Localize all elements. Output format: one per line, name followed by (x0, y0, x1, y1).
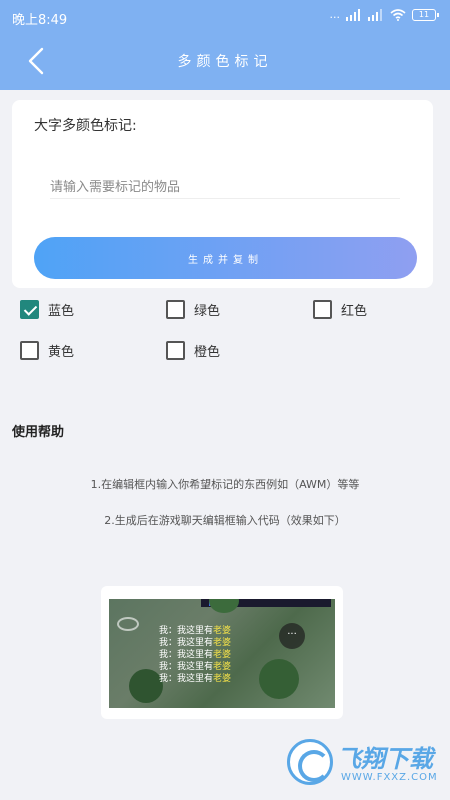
color-option-blue[interactable]: 蓝色 (20, 300, 74, 319)
status-bar: 晚上8:49 ... 11 (0, 0, 450, 34)
color-option-red[interactable]: 红色 (313, 300, 367, 319)
more-dots-icon: ... (329, 8, 341, 21)
watermark-url: WWW.FXXZ.COM (341, 772, 438, 783)
tree-decoration (259, 659, 299, 699)
chat-bubble-icon: ··· (279, 623, 305, 649)
status-time: 晚上8:49 (12, 13, 68, 28)
chat-line: 我：我这里有老婆 (159, 662, 232, 672)
checkbox-icon[interactable] (166, 341, 185, 360)
app-header: 多颜色标记 (0, 34, 450, 90)
help-line-1: 1.在编辑框内输入你希望标记的东西例如（AWM）等等 (90, 478, 360, 491)
page-title: 多颜色标记 (177, 54, 273, 70)
example-game-screenshot: ··· 我：我这里有老婆 我：我这里有老婆 我：我这里有老婆 我：我这里有老婆 … (109, 599, 335, 708)
chat-line: 我：我这里有老婆 (159, 626, 232, 636)
generate-copy-button[interactable]: 生成并复制 (34, 237, 417, 279)
watermark-text: 飞翔下载 (337, 745, 433, 773)
eye-icon (117, 617, 139, 631)
wifi-icon (390, 8, 406, 21)
color-label: 黄色 (48, 345, 75, 360)
color-option-orange[interactable]: 橙色 (166, 341, 220, 360)
help-line-2: 2.生成后在游戏聊天编辑框输入代码（效果如下） (104, 514, 346, 527)
checkbox-icon[interactable] (313, 300, 332, 319)
example-image-frame: ··· 我：我这里有老婆 我：我这里有老婆 我：我这里有老婆 我：我这里有老婆 … (101, 586, 343, 719)
chat-line: 我：我这里有老婆 (159, 650, 232, 660)
signal-icon (346, 8, 360, 21)
checkbox-icon[interactable] (20, 341, 39, 360)
item-input[interactable] (50, 177, 400, 199)
chat-line: 我：我这里有老婆 (159, 638, 232, 648)
watermark: 飞翔下载 WWW.FXXZ.COM (283, 737, 441, 791)
chat-line: 我：我这里有老婆 (159, 674, 232, 684)
tree-decoration (129, 669, 163, 703)
color-label: 蓝色 (48, 304, 75, 319)
color-option-yellow[interactable]: 黄色 (20, 341, 74, 360)
signal-2-icon (368, 8, 382, 21)
color-label: 橙色 (194, 345, 221, 360)
color-label: 绿色 (194, 304, 221, 319)
input-card: 大字多颜色标记: 生成并复制 (12, 100, 433, 288)
color-option-green[interactable]: 绿色 (166, 300, 220, 319)
color-label: 红色 (341, 304, 368, 319)
status-icons: ... 11 (329, 8, 439, 21)
tree-decoration (209, 599, 239, 613)
help-title: 使用帮助 (12, 425, 65, 440)
checkbox-checked-icon[interactable] (20, 300, 39, 319)
checkbox-icon[interactable] (166, 300, 185, 319)
battery-icon: 11 (412, 8, 439, 21)
input-label: 大字多颜色标记: (34, 118, 137, 134)
chat-messages: 我：我这里有老婆 我：我这里有老婆 我：我这里有老婆 我：我这里有老婆 我：我这… (159, 625, 231, 685)
watermark-logo-icon (287, 739, 333, 785)
